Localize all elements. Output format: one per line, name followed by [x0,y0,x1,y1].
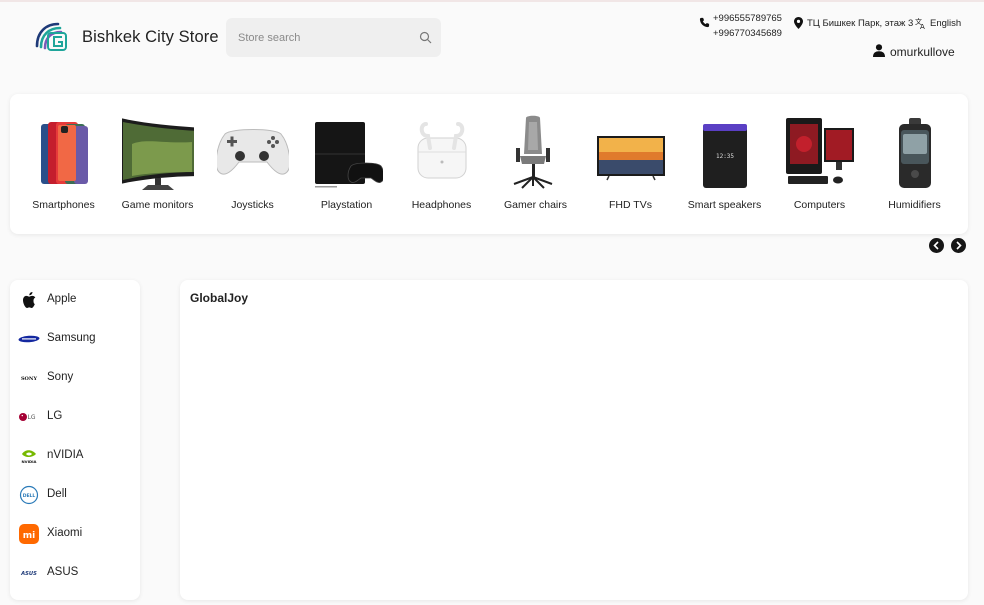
brand-label: LG [47,410,63,422]
page: Bishkek City Store +996555789765 +996770… [0,0,984,605]
computer-image [786,118,854,184]
samsung-icon [18,335,40,343]
category-gamer-chairs[interactable]: Gamer chairs [488,94,583,234]
svg-text:DELL: DELL [23,493,36,499]
brand-label: Apple [47,293,77,305]
category-smartphones[interactable]: Smartphones [16,94,111,234]
brand-products-panel: GlobalJoy [180,280,968,600]
user-icon[interactable] [873,44,885,57]
brand-item-asus[interactable]: ASUS ASUS [10,558,140,588]
brand-item-apple[interactable]: Apple [10,285,140,315]
brand-item-sony[interactable]: SONY Sony [10,363,140,393]
brand-item-nvidia[interactable]: NVIDIA nVIDIA [10,441,140,471]
svg-text:NVIDIA: NVIDIA [21,459,36,464]
playstation-image [315,122,383,188]
carousel-prev-button[interactable] [929,238,944,253]
smart-speaker-image: 12:35 [703,124,747,188]
smartphones-image [41,122,88,184]
nvidia-icon: NVIDIA [21,450,37,464]
lg-icon: LG [19,413,36,421]
headphones-image [417,122,467,179]
category-label: Computers [793,199,846,211]
carousel-next-button[interactable] [951,238,966,253]
svg-text:12:35: 12:35 [716,153,734,160]
humidifier-image [899,118,931,188]
category-label: Playstation [320,199,373,211]
brand-item-samsung[interactable]: Samsung [10,324,140,354]
category-headphones[interactable]: Headphones [394,94,489,234]
svg-text:LG: LG [28,414,36,421]
chevron-left-icon [933,241,939,250]
svg-text:A: A [920,23,925,29]
category-label: Smartphones [32,199,95,211]
category-label: Joysticks [231,199,274,211]
search-input[interactable] [238,28,418,48]
category-label: FHD TVs [609,199,652,211]
category-playstation[interactable]: Playstation [299,94,394,234]
tv-image [597,136,665,181]
brand-label: Dell [47,488,67,500]
store-address: ТЦ Бишкек Парк, этаж 3 [807,18,914,29]
brand-sidebar: Apple Samsung SONY Sony LG LG NVIDIA nVI… [10,280,140,600]
brand-label: Samsung [47,332,96,344]
category-fhd-tvs[interactable]: FHD TVs [583,94,678,234]
joystick-image [217,129,289,175]
category-label: Headphones [411,199,472,211]
phone-number-2[interactable]: +996770345689 [713,26,782,41]
top-divider [0,0,984,2]
category-game-monitors[interactable]: Game monitors [110,94,205,234]
phone-icon [699,17,710,28]
translate-icon[interactable]: 文 A [915,17,927,29]
category-label: Humidifiers [888,199,941,211]
phone-numbers: +996555789765 +996770345689 [713,11,782,41]
phone-number-1[interactable]: +996555789765 [713,11,782,26]
game-monitor-image [122,118,194,190]
brand-label: nVIDIA [47,449,84,461]
sony-icon: SONY [21,376,38,382]
store-name[interactable]: Bishkek City Store [82,28,219,47]
svg-text:ASUS: ASUS [20,571,37,577]
chevron-right-icon [956,241,962,250]
brand-item-dell[interactable]: DELL Dell [10,480,140,510]
category-label: Smart speakers [687,199,762,211]
search-icon[interactable] [419,31,432,44]
brand-label: ASUS [47,566,79,578]
category-label: Gamer chairs [503,199,567,211]
apple-icon [23,292,36,308]
panel-title: GlobalJoy [190,291,249,305]
category-label: Game monitors [121,199,194,211]
category-humidifiers[interactable]: Humidifiers [867,94,962,234]
brand-label: Xiaomi [47,527,83,539]
category-smart-speakers[interactable]: 12:35 Smart speakers [677,94,772,234]
category-carousel: Smartphones Game monitors Joysticks Play… [10,94,968,234]
svg-text:mi: mi [23,531,35,541]
brand-item-xiaomi[interactable]: mi Xiaomi [10,519,140,549]
category-computers[interactable]: Computers [772,94,867,234]
xiaomi-icon: mi [19,524,39,544]
language-selector[interactable]: English [930,18,961,29]
location-pin-icon [794,17,803,29]
brand-label: Sony [47,371,74,383]
svg-text:SONY: SONY [21,376,38,382]
asus-icon: ASUS [20,571,37,577]
brand-item-lg[interactable]: LG LG [10,402,140,432]
dell-icon: DELL [19,485,39,505]
search-bar[interactable] [226,18,441,57]
store-logo-icon[interactable] [34,20,68,52]
gamer-chair-image [513,115,553,189]
category-joysticks[interactable]: Joysticks [205,94,300,234]
username[interactable]: omurkullove [890,45,955,59]
